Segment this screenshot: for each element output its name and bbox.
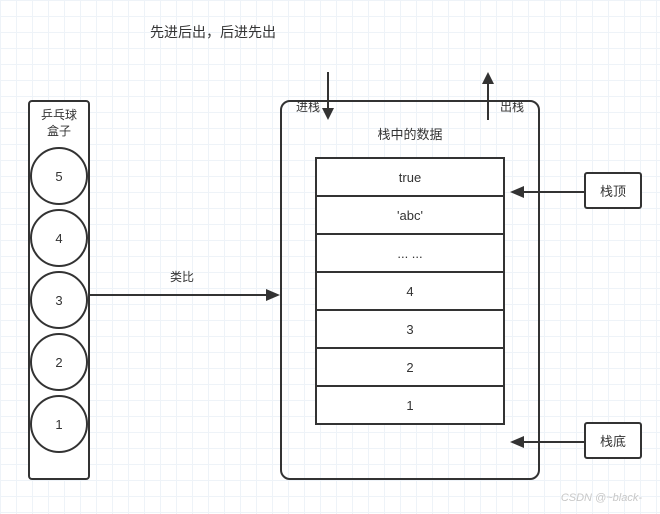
pingpong-label: 乒乓球 盒子 [41, 102, 77, 143]
diagram-title: 先进后出，后进先出 [150, 22, 276, 42]
ball: 2 [30, 333, 88, 391]
ball: 3 [30, 271, 88, 329]
stack-cell: 'abc' [317, 195, 503, 233]
analogy-label: 类比 [170, 268, 194, 285]
ball: 4 [30, 209, 88, 267]
stack-cell: 2 [317, 347, 503, 385]
pingpong-label-line2: 盒子 [41, 124, 77, 140]
stack-cell: true [317, 157, 503, 195]
stack-cell: ... ... [317, 233, 503, 271]
stack-container: 栈中的数据 true 'abc' ... ... 4 3 2 1 [280, 100, 540, 480]
watermark: CSDN @~black- [561, 492, 642, 504]
stack-cell: 3 [317, 309, 503, 347]
bottom-arrow-icon [510, 434, 584, 450]
stack-title: 栈中的数据 [377, 102, 442, 157]
ball-list: 5 4 3 2 1 [30, 143, 88, 478]
stack-cell: 1 [317, 385, 503, 423]
stack-cells: true 'abc' ... ... 4 3 2 1 [315, 157, 505, 425]
pingpong-label-line1: 乒乓球 [41, 108, 77, 124]
stack-cell: 4 [317, 271, 503, 309]
stack-bottom-tag: 栈底 [584, 422, 642, 459]
stack-top-tag: 栈顶 [584, 172, 642, 209]
top-arrow-icon [510, 184, 584, 200]
ball: 5 [30, 147, 88, 205]
pingpong-box: 乒乓球 盒子 5 4 3 2 1 [28, 100, 90, 480]
ball: 1 [30, 395, 88, 453]
analogy-arrow-icon [90, 285, 280, 305]
